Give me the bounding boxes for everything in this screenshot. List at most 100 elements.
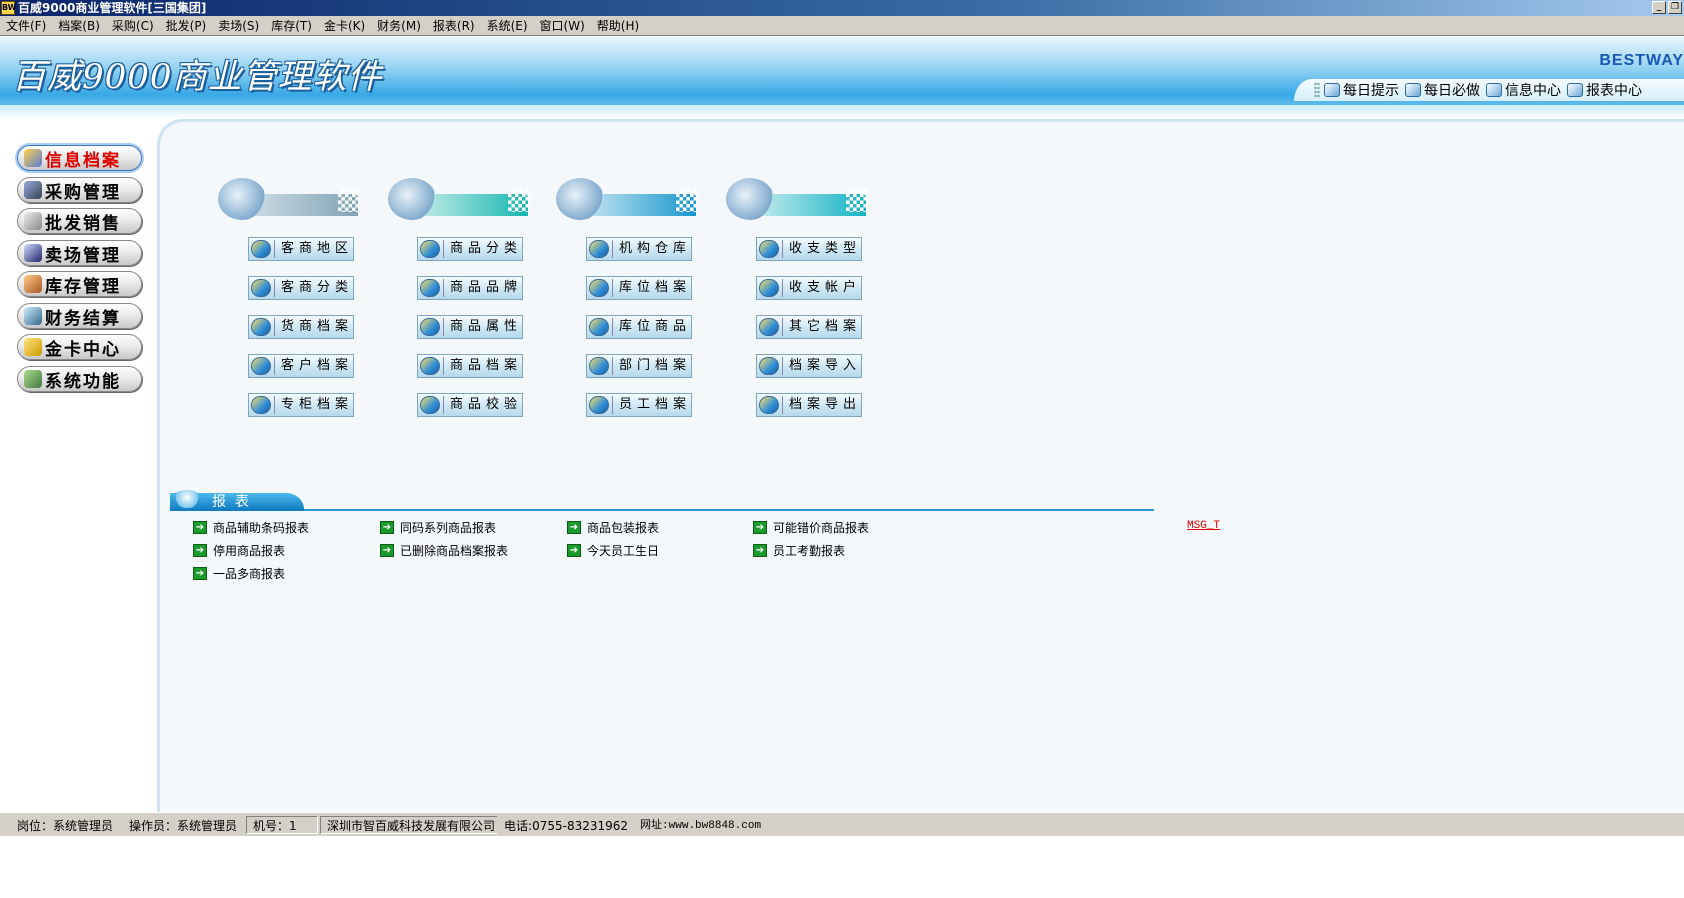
grip-icon [1314,82,1320,98]
arrow-right-icon: ➔ [567,521,581,534]
money-type-icon [759,240,779,258]
customer-region-button[interactable]: 客商地区 [248,237,354,261]
sidebar-item-inventory[interactable]: 库存管理 [17,271,142,297]
report-link-wrong-price[interactable]: ➔ 可能错价商品报表 [753,519,869,536]
restore-button[interactable]: ❐ [1668,1,1682,14]
computer-icon [556,178,604,220]
other-archive-button[interactable]: 其它档案 [756,315,862,339]
globe-icon [388,178,436,220]
region-icon [251,240,271,258]
report-link-multi-supplier[interactable]: ➔ 一品多商报表 [193,565,285,582]
report-link-aux-barcode[interactable]: ➔ 商品辅助条码报表 [193,519,309,536]
sidebar-item-info-archive[interactable]: 信息档案 [17,145,142,171]
menu-help[interactable]: 帮助(H) [591,16,645,36]
quick-link-info-center[interactable]: 信息中心 [1486,80,1561,100]
report-center-icon [1567,83,1583,97]
report-link-label: 已删除商品档案报表 [400,544,509,558]
counter-icon [251,396,271,414]
arrow-right-icon: ➔ [753,544,767,557]
info-center-icon [1486,83,1502,97]
menu-system[interactable]: 系统(E) [481,16,534,36]
button-label: 商品校验 [443,396,522,414]
arrow-right-icon: ➔ [193,567,207,580]
report-link-deleted-goods[interactable]: ➔ 已删除商品档案报表 [380,542,508,559]
supplier-archive-button[interactable]: 货商档案 [248,315,354,339]
counter-archive-button[interactable]: 专柜档案 [248,393,354,417]
goods-verify-button[interactable]: 商品校验 [417,393,523,417]
goods-icon [420,357,440,375]
brand-icon [420,279,440,297]
location-goods-button[interactable]: 库位商品 [586,315,692,339]
report-link-attendance[interactable]: ➔ 员工考勤报表 [753,542,845,559]
sidebar-item-label: 信息档案 [45,150,121,171]
supplier-icon [251,318,271,336]
menu-reports[interactable]: 报表(R) [427,16,481,36]
banner: 百威9000商业管理软件 BESTWAY 每日提示 每日必做 信息中心 报表中心 [0,37,1684,119]
location-goods-icon [589,318,609,336]
system-icon [24,370,42,388]
customer-archive-button[interactable]: 客户档案 [248,354,354,378]
quick-link-label: 每日提示 [1343,83,1399,99]
employee-archive-button[interactable]: 员工档案 [586,393,692,417]
msg-label[interactable]: MSG_T [1187,520,1220,532]
sidebar-item-gold-card[interactable]: 金卡中心 [17,334,142,360]
income-expense-account-button[interactable]: 收支帐户 [756,276,862,300]
button-label: 客商分类 [274,279,353,297]
archive-import-button[interactable]: 档案导入 [756,354,862,378]
button-label: 客户档案 [274,357,353,375]
archive-export-button[interactable]: 档案导出 [756,393,862,417]
sidebar-item-wholesale[interactable]: 批发销售 [17,208,142,234]
report-book-icon [172,490,202,508]
income-expense-type-button[interactable]: 收支类型 [756,237,862,261]
button-label: 商品档案 [443,357,522,375]
menu-window[interactable]: 窗口(W) [534,16,591,36]
department-icon [589,357,609,375]
minimize-button[interactable]: _ [1652,1,1666,14]
sidebar-item-purchase[interactable]: 采购管理 [17,177,142,203]
export-icon [759,396,779,414]
businessman-icon [726,178,774,220]
menu-archive[interactable]: 档案(B) [52,16,106,36]
org-warehouse-button[interactable]: 机构仓库 [586,237,692,261]
menu-file[interactable]: 文件(F) [0,16,52,36]
sidebar-item-label: 系统功能 [45,371,121,392]
shopper-icon [24,244,42,262]
customer-icon [251,357,271,375]
sidebar-item-store[interactable]: 卖场管理 [17,240,142,266]
report-link-packaging[interactable]: ➔ 商品包装报表 [567,519,659,536]
menu-wholesale[interactable]: 批发(P) [160,16,213,36]
goods-archive-button[interactable]: 商品档案 [417,354,523,378]
quick-link-report-center[interactable]: 报表中心 [1567,80,1642,100]
goods-brand-button[interactable]: 商品品牌 [417,276,523,300]
sidebar-item-system[interactable]: 系统功能 [17,366,142,392]
goods-attribute-button[interactable]: 商品属性 [417,315,523,339]
sidebar-item-finance[interactable]: 财务结算 [17,303,142,329]
button-label: 客商地区 [274,240,353,258]
arrow-right-icon: ➔ [193,544,207,557]
pen-icon [24,149,42,167]
menu-gold-card[interactable]: 金卡(K) [318,16,371,36]
quick-link-daily-tasks[interactable]: 每日必做 [1405,80,1480,100]
menu-store[interactable]: 卖场(S) [212,16,265,36]
menu-inventory[interactable]: 库存(T) [265,16,318,36]
status-company: 深圳市智百威科技发展有限公司 [320,815,498,834]
menu-purchase[interactable]: 采购(C) [106,16,160,36]
button-label: 档案导出 [782,396,861,414]
menu-finance[interactable]: 财务(M) [371,16,427,36]
banner-title: 百威9000商业管理软件 [12,57,383,97]
quick-link-daily-tips[interactable]: 每日提示 [1324,80,1399,100]
customer-category-button[interactable]: 客商分类 [248,276,354,300]
goods-category-button[interactable]: 商品分类 [417,237,523,261]
sidebar-item-label: 库存管理 [45,276,121,297]
location-archive-button[interactable]: 库位档案 [586,276,692,300]
department-archive-button[interactable]: 部门档案 [586,354,692,378]
button-label: 员工档案 [612,396,691,414]
button-label: 商品属性 [443,318,522,336]
report-link-disabled-goods[interactable]: ➔ 停用商品报表 [193,542,285,559]
calendar-icon [759,318,779,336]
location-icon [589,279,609,297]
button-label: 商品品牌 [443,279,522,297]
report-link-same-code-series[interactable]: ➔ 同码系列商品报表 [380,519,496,536]
report-link-label: 今天员工生日 [587,544,660,558]
report-link-birthdays[interactable]: ➔ 今天员工生日 [567,542,659,559]
